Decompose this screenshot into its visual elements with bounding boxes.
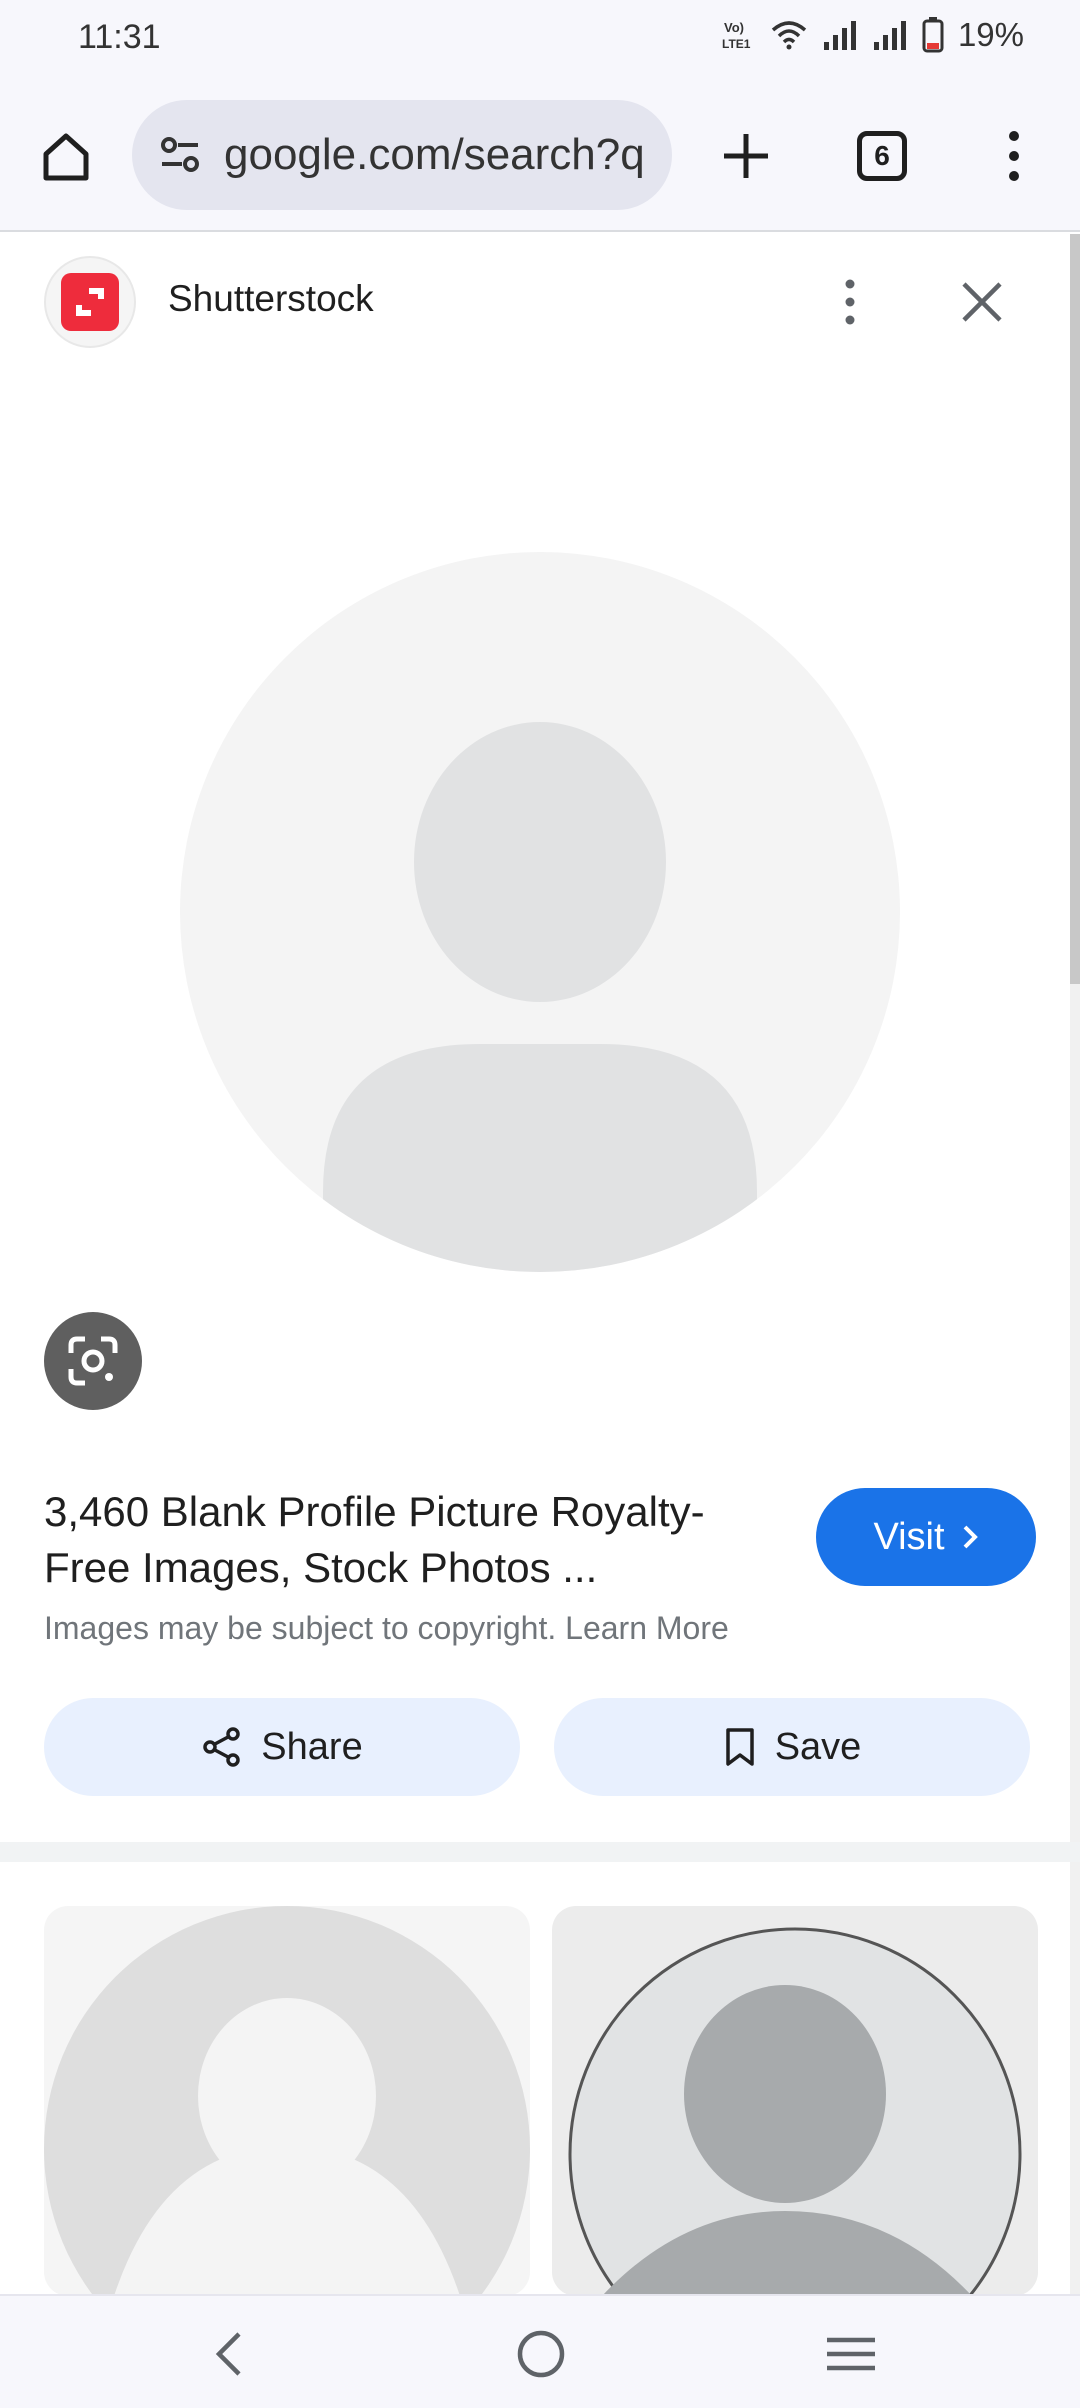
- close-icon: [962, 282, 1002, 322]
- address-bar[interactable]: google.com/search?q: [132, 100, 672, 210]
- plus-icon: [724, 134, 768, 178]
- tab-switcher-button[interactable]: 6: [846, 120, 918, 192]
- more-options-button[interactable]: [820, 262, 880, 342]
- battery-percent: 19%: [957, 16, 1024, 53]
- share-icon: [203, 1727, 241, 1767]
- signal-icon: [823, 21, 856, 50]
- wifi-icon: [771, 21, 807, 50]
- visit-label: Visit: [873, 1515, 945, 1558]
- source-name[interactable]: Shutterstock: [168, 278, 374, 320]
- lens-button[interactable]: [44, 1312, 142, 1410]
- status-icons: Vo) LTE1 19%: [722, 16, 1024, 54]
- chevron-right-icon: [963, 1525, 978, 1549]
- nav-back-button[interactable]: [184, 2314, 274, 2394]
- more-vert-icon: [845, 279, 855, 325]
- visit-button[interactable]: Visit: [816, 1488, 1036, 1586]
- save-button[interactable]: Save: [554, 1698, 1030, 1796]
- bookmark-icon: [725, 1728, 754, 1766]
- new-tab-button[interactable]: [710, 120, 782, 192]
- section-divider: [0, 1842, 1080, 1862]
- copyright-notice[interactable]: Images may be subject to copyright. Lear…: [44, 1610, 729, 1647]
- google-lens-icon: [68, 1336, 118, 1386]
- source-logo[interactable]: [44, 256, 136, 348]
- volte-icon: Vo) LTE1: [722, 20, 751, 51]
- status-bar: 11:31 Vo) LTE1 19%: [0, 0, 1080, 80]
- close-button[interactable]: [950, 262, 1014, 342]
- related-image: [44, 1906, 530, 2296]
- site-settings-icon[interactable]: [156, 131, 204, 179]
- result-title[interactable]: 3,460 Blank Profile Picture Royalty-Free…: [44, 1484, 784, 1596]
- browser-toolbar: google.com/search?q 6: [0, 80, 1080, 232]
- more-vert-icon: [1009, 131, 1019, 181]
- related-image-tile[interactable]: [552, 1906, 1038, 2296]
- url-text[interactable]: google.com/search?q: [224, 130, 654, 180]
- share-label: Share: [261, 1725, 363, 1768]
- battery-icon: [922, 17, 944, 53]
- browser-menu-button[interactable]: [978, 120, 1050, 192]
- signal-icon: [873, 21, 906, 50]
- save-label: Save: [774, 1725, 862, 1768]
- home-circle-icon: [517, 2330, 565, 2378]
- related-image: [568, 1927, 1022, 2296]
- svg-text:Vo): Vo): [724, 20, 744, 35]
- home-icon: [43, 133, 89, 181]
- scrollbar-thumb[interactable]: [1070, 234, 1080, 984]
- share-button[interactable]: Share: [44, 1698, 520, 1796]
- related-image-tile[interactable]: [44, 1906, 530, 2296]
- nav-home-button[interactable]: [496, 2314, 586, 2394]
- main-preview-image[interactable]: [180, 552, 900, 1272]
- tab-count-icon: 6: [857, 131, 907, 181]
- nav-recents-button[interactable]: [806, 2314, 896, 2394]
- svg-text:LTE1: LTE1: [722, 37, 751, 51]
- status-time: 11:31: [78, 18, 161, 56]
- home-button[interactable]: [30, 120, 102, 192]
- shutterstock-logo-icon: [61, 273, 119, 331]
- tab-count: 6: [874, 140, 890, 171]
- system-nav-bar: [0, 2294, 1080, 2408]
- recents-icon: [827, 2337, 875, 2371]
- back-icon: [215, 2332, 241, 2376]
